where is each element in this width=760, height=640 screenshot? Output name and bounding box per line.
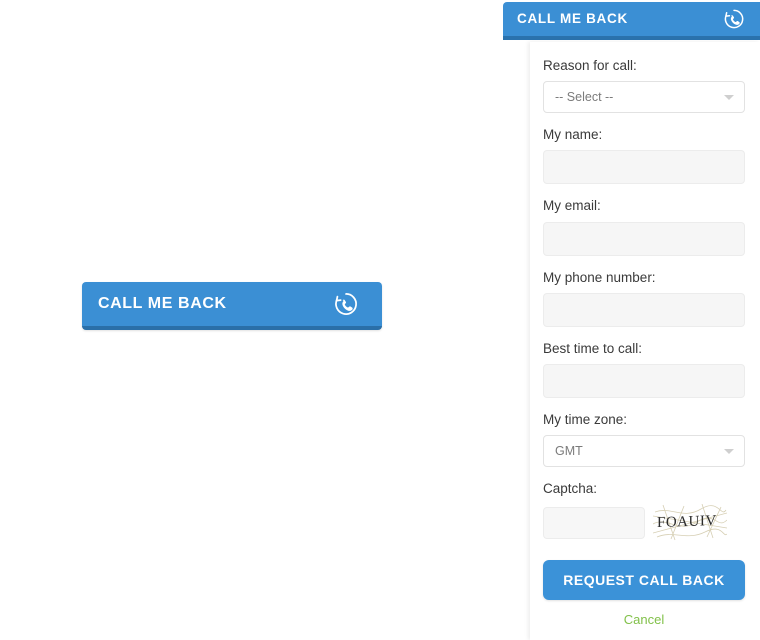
my-time-zone-select[interactable]: GMT bbox=[543, 435, 745, 468]
label-captcha: Captcha: bbox=[543, 481, 598, 497]
my-email-input[interactable] bbox=[543, 221, 745, 256]
field-my-phone-number: My phone number: bbox=[543, 270, 745, 327]
phone-callback-icon bbox=[332, 290, 360, 318]
reason-for-call-value: -- Select -- bbox=[555, 90, 614, 104]
call-me-back-trigger-button[interactable]: CALL ME BACK bbox=[82, 282, 382, 330]
phone-callback-icon bbox=[722, 7, 746, 31]
field-my-name: My name: bbox=[543, 127, 745, 185]
label-my-phone-number: My phone number: bbox=[543, 269, 656, 285]
panel-header[interactable]: CALL ME BACK bbox=[503, 2, 760, 40]
my-phone-number-input[interactable] bbox=[543, 292, 745, 327]
label-reason-for-call: Reason for call: bbox=[543, 58, 637, 73]
captcha-challenge-text: FOAUIV bbox=[657, 513, 717, 532]
my-name-input[interactable] bbox=[543, 150, 745, 185]
panel-header-title: CALL ME BACK bbox=[517, 11, 628, 27]
field-my-email: My email: bbox=[543, 198, 745, 256]
call-me-back-trigger-label: CALL ME BACK bbox=[98, 295, 227, 312]
captcha-row: FOAUIV bbox=[543, 504, 745, 543]
captcha-challenge-image: FOAUIV bbox=[653, 504, 727, 543]
call-me-back-form: Reason for call: -- Select -- My name: M… bbox=[530, 42, 760, 640]
page-background: CALL ME BACK bbox=[0, 0, 503, 640]
field-captcha: Captcha: FOAUIV bbox=[543, 481, 745, 543]
call-me-back-panel: CALL ME BACK Reason for call: -- Select … bbox=[500, 0, 760, 640]
label-my-email: My email: bbox=[543, 198, 601, 214]
reason-for-call-select[interactable]: -- Select -- bbox=[543, 81, 745, 114]
my-time-zone-value: GMT bbox=[555, 444, 583, 458]
cancel-link[interactable]: Cancel bbox=[543, 612, 745, 627]
field-my-time-zone: My time zone: GMT bbox=[543, 411, 745, 468]
field-reason-for-call: Reason for call: -- Select -- bbox=[543, 58, 745, 114]
captcha-input[interactable] bbox=[543, 507, 645, 540]
chevron-down-icon bbox=[724, 95, 734, 101]
chevron-down-icon bbox=[724, 449, 734, 455]
label-my-time-zone: My time zone: bbox=[543, 411, 628, 427]
field-best-time-to-call: Best time to call: bbox=[543, 341, 745, 398]
label-best-time-to-call: Best time to call: bbox=[543, 340, 643, 356]
request-call-back-button[interactable]: REQUEST CALL BACK bbox=[543, 560, 745, 601]
label-my-name: My name: bbox=[543, 127, 603, 143]
best-time-to-call-input[interactable] bbox=[543, 363, 745, 398]
